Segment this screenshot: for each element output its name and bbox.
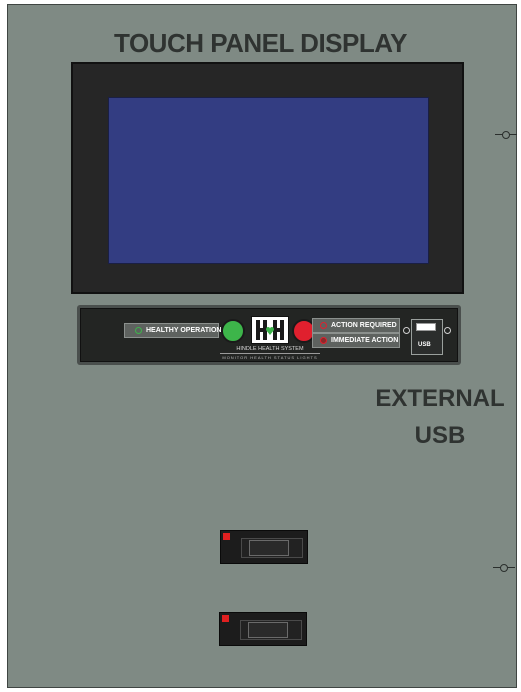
hindle-health-logo — [251, 316, 289, 344]
usb-port-label: USB — [418, 342, 431, 348]
touch-screen[interactable] — [108, 97, 429, 264]
logo-divider — [220, 353, 320, 354]
breaker-switch-1[interactable] — [220, 530, 308, 564]
panel-title: TOUCH PANEL DISPLAY — [114, 28, 407, 58]
logo-name: HINDLE HEALTH SYSTEM — [236, 346, 304, 352]
usb-screw-right-icon — [444, 327, 451, 334]
breaker-switch-2[interactable] — [219, 612, 307, 646]
breaker-toggle[interactable] — [249, 540, 289, 556]
usb-port-icon — [416, 323, 436, 331]
breaker-toggle[interactable] — [248, 622, 288, 638]
immediate-action-dot-icon — [320, 337, 327, 344]
action-required-dot-icon — [320, 322, 327, 329]
healthy-operation-label: HEALTHY OPERATION — [124, 323, 221, 338]
action-required-label: ACTION REQUIRED — [312, 318, 400, 333]
logo-tagline: MONITOR HEALTH STATUS LIGHTS — [222, 355, 318, 360]
breaker-indicator-icon — [223, 533, 230, 540]
breaker-indicator-icon — [222, 615, 229, 622]
immediate-action-label: IMMEDIATE ACTION — [312, 333, 400, 348]
hinge-icon-top — [495, 130, 517, 140]
healthy-indicator-dot-icon — [135, 327, 142, 334]
external-usb-label: EXTERNAL USB — [375, 385, 505, 449]
usb-screw-left-icon — [403, 327, 410, 334]
hinge-icon-bottom — [493, 563, 515, 573]
healthy-status-light[interactable] — [221, 319, 245, 343]
